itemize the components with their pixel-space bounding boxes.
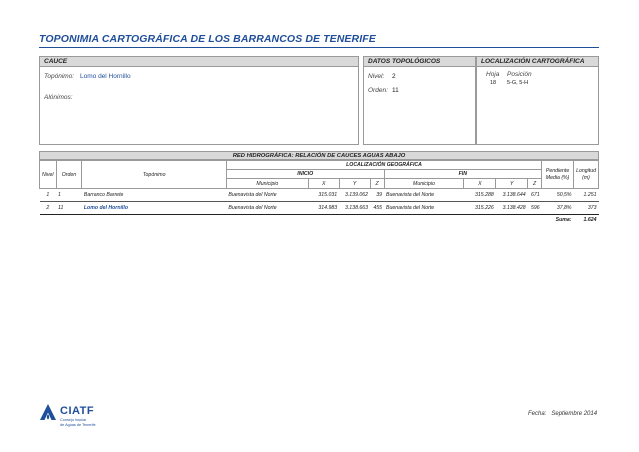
table-row: 1 1 Barranco Barrete Buenavista del Nort… <box>39 189 599 202</box>
suma-label: Suma: <box>555 217 572 224</box>
ciatf-logo-text: CIATF <box>60 405 95 417</box>
row-toponimo: Lomo del Hornillo <box>83 205 128 211</box>
col-toponimo: Topónimo <box>81 160 227 189</box>
row-inicio-y: 3.139.062 <box>344 192 369 198</box>
row-pendiente: 50,5% <box>556 192 572 198</box>
row-inicio-z: 455 <box>373 205 383 211</box>
row-inicio-municipio: Buenavista del Norte <box>228 205 277 211</box>
row-longitud: 1.251 <box>583 192 597 198</box>
red-header: RED HIDROGRÁFICA: RELACIÓN DE CAUCES AGU… <box>39 151 599 160</box>
row-nivel: 1 <box>46 192 50 198</box>
col-localizacion-geografica: LOCALIZACIÓN GEOGRÁFICA <box>225 160 543 170</box>
hoja-label: Hoja <box>486 71 500 78</box>
nivel-label: Nivel: <box>368 73 385 80</box>
ciatf-logo-subtitle-2: de Aguas de Tenerife <box>60 423 96 427</box>
suma-value: 1.624 <box>583 217 597 224</box>
cauce-header: CAUCE <box>40 57 358 67</box>
row-nivel: 2 <box>46 205 50 211</box>
col-fin: FIN <box>383 169 543 179</box>
col-fin-x: X <box>463 178 497 189</box>
red-table: Nivel Orden Topónimo LOCALIZACIÓN GEOGRÁ… <box>39 160 599 226</box>
table-row: 2 11 Lomo del Hornillo Buenavista del No… <box>39 202 599 215</box>
row-orden: 11 <box>58 205 64 211</box>
row-fin-municipio: Buenavista del Norte <box>386 205 435 211</box>
datos-topologicos-section: DATOS TOPOLÓGICOS Nivel: 2 Orden: 11 <box>363 56 476 145</box>
col-orden: Orden <box>55 160 83 189</box>
row-inicio-x: 315.031 <box>318 192 338 198</box>
col-inicio-z: Z <box>369 178 385 189</box>
localizacion-section: LOCALIZACIÓN CARTOGRÁFICA Hoja Posición … <box>476 56 599 145</box>
col-nivel: Nivel <box>39 160 57 189</box>
col-pendiente-line1: Pendiente <box>545 167 570 174</box>
row-fin-x: 315.226 <box>474 205 494 211</box>
col-pendiente-line2: Media (%) <box>545 174 570 181</box>
hoja-value: 18 <box>490 80 497 86</box>
row-inicio-y: 3.138.663 <box>344 205 369 211</box>
row-fin-z: 596 <box>530 205 540 211</box>
col-fin-y: Y <box>495 178 529 189</box>
orden-value: 11 <box>392 87 399 94</box>
fecha-label: Fecha: <box>528 411 547 417</box>
col-longitud-line1: Longitud <box>576 167 596 174</box>
row-fin-z: 671 <box>530 192 540 198</box>
ciatf-logo-icon <box>40 404 56 420</box>
red-hidrografica-section: RED HIDROGRÁFICA: RELACIÓN DE CAUCES AGU… <box>39 151 599 226</box>
row-toponimo: Barranco Barrete <box>83 192 124 198</box>
col-inicio: INICIO <box>225 169 385 179</box>
row-pendiente: 37,8% <box>556 205 572 211</box>
row-fin-y: 3.138.644 <box>502 192 526 198</box>
nivel-value: 2 <box>392 73 396 80</box>
page-title: TOPONIMIA CARTOGRÁFICA DE LOS BARRANCOS … <box>39 33 376 45</box>
localizacion-header: LOCALIZACIÓN CARTOGRÁFICA <box>477 57 598 67</box>
row-orden: 1 <box>58 192 61 198</box>
orden-label: Orden: <box>368 87 388 94</box>
fecha-value: Septiembre 2014 <box>551 411 598 417</box>
col-inicio-municipio: Municipio <box>225 178 309 189</box>
col-inicio-y: Y <box>338 178 371 189</box>
fecha: Fecha: Septiembre 2014 <box>528 411 597 417</box>
ciatf-logo-subtitle-1: Consejo Insular <box>60 418 87 422</box>
alonimos-label: Alónimos: <box>44 94 73 101</box>
col-inicio-x: X <box>307 178 340 189</box>
col-longitud-line2: (m) <box>582 174 590 181</box>
title-divider <box>39 47 599 48</box>
row-fin-y: 3.138.428 <box>502 205 526 211</box>
posicion-label: Posición <box>507 71 532 78</box>
col-fin-z: Z <box>527 178 543 189</box>
posicion-value: 5-G, 5-H <box>507 80 529 86</box>
row-fin-municipio: Buenavista del Norte <box>386 192 435 198</box>
col-fin-municipio: Municipio <box>383 178 465 189</box>
row-inicio-z: 39 <box>376 192 383 198</box>
row-longitud: 373 <box>587 205 597 211</box>
toponimo-label: Topónimo: <box>44 73 75 80</box>
toponimo-value: Lomo del Hornillo <box>80 73 131 80</box>
cauce-section: CAUCE Topónimo: Lomo del Hornillo Alónim… <box>39 56 359 145</box>
row-inicio-x: 314.983 <box>318 205 338 211</box>
row-inicio-municipio: Buenavista del Norte <box>228 192 277 198</box>
datos-header: DATOS TOPOLÓGICOS <box>364 57 475 67</box>
col-longitud: Longitud (m) <box>573 160 599 189</box>
col-pendiente: Pendiente Media (%) <box>541 160 575 189</box>
row-fin-x: 315.288 <box>474 192 494 198</box>
